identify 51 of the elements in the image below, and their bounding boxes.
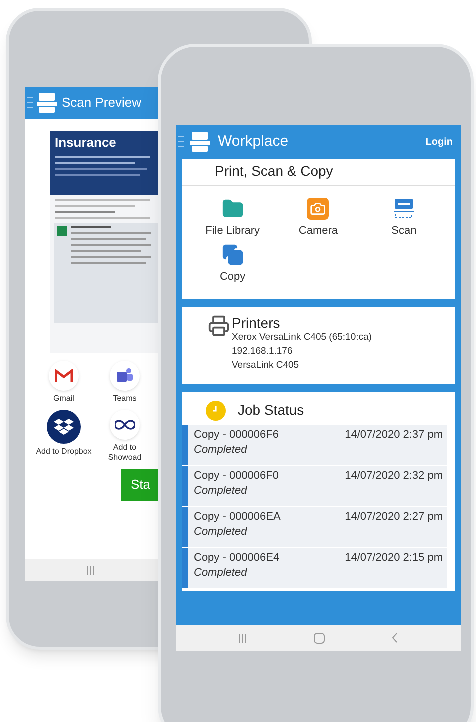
share-target-label[interactable]: Add to Showoad <box>97 443 153 463</box>
team-chat-icon[interactable] <box>110 361 140 391</box>
menu-icon[interactable] <box>178 135 184 149</box>
app-tile-button[interactable]: Scan <box>361 198 447 240</box>
share-target-label[interactable]: Teams <box>113 394 137 404</box>
job-status: Completed <box>194 484 248 499</box>
job-time: 14/07/2020 2:37 pm <box>345 428 443 443</box>
section-title: Print, Scan & Copy <box>182 159 455 186</box>
job-row[interactable]: Copy - 000006EA Completed 14/07/2020 2:27 pm <box>182 507 447 547</box>
back-icon[interactable] <box>392 633 398 643</box>
printer-detail: 192.168.1.176 <box>232 345 294 359</box>
menu-icon[interactable] <box>27 96 33 110</box>
box-stack-icon[interactable] <box>47 410 81 444</box>
job-time: 14/07/2020 2:15 pm <box>345 551 443 566</box>
job-row[interactable]: Copy - 000006F0 Completed 14/07/2020 2:32 pm <box>182 466 447 506</box>
job-time: 14/07/2020 2:27 pm <box>345 510 443 525</box>
share-target-label[interactable]: Gmail <box>54 394 74 404</box>
job-status: Completed <box>194 443 248 458</box>
job-name: Copy - 000006F6 <box>194 428 279 443</box>
recent-apps-icon[interactable] <box>87 566 95 574</box>
printer-icon <box>208 315 230 337</box>
home-icon[interactable] <box>314 632 325 644</box>
app-tile-button[interactable]: Copy <box>190 244 276 285</box>
job-name: Copy - 000006F0 <box>194 469 279 484</box>
document-heading: Insurance <box>55 134 116 152</box>
recent-apps-icon[interactable] <box>239 634 248 642</box>
app-tile-button[interactable]: Camera <box>276 198 362 240</box>
job-time: 14/07/2020 2:32 pm <box>345 469 443 484</box>
camera-icon <box>307 198 330 220</box>
job-row[interactable]: Copy - 000006F6 Completed 14/07/2020 2:37 pm <box>182 425 447 465</box>
copy-icon <box>222 244 244 266</box>
section-title: Printers <box>232 315 282 331</box>
scanner-logo-icon <box>37 92 57 114</box>
job-status: Completed <box>194 566 248 581</box>
app-tile-button[interactable]: File Library <box>190 198 276 240</box>
section-title: Job Status <box>238 401 304 420</box>
job-status: Completed <box>194 525 248 540</box>
infinity-icon[interactable] <box>110 410 140 440</box>
screen-title: Workplace <box>218 132 289 152</box>
scanner-icon <box>394 198 414 220</box>
clock-icon <box>206 400 226 420</box>
folder-icon <box>222 198 244 220</box>
job-row[interactable]: Copy - 000006E4 Completed 14/07/2020 2:15 pm <box>182 548 447 588</box>
job-name: Copy - 000006EA <box>194 510 281 525</box>
mail-icon[interactable] <box>49 361 79 391</box>
scanner-logo-icon <box>190 131 210 153</box>
printer-detail: VersaLink C405 <box>232 359 300 373</box>
screen-title: Scan Preview <box>62 94 142 112</box>
job-name: Copy - 000006E4 <box>194 551 280 566</box>
printer-detail: Xerox VersaLink C405 (65:10:ca) <box>232 331 372 345</box>
share-target-label[interactable]: Add to Dropbox <box>36 447 92 457</box>
